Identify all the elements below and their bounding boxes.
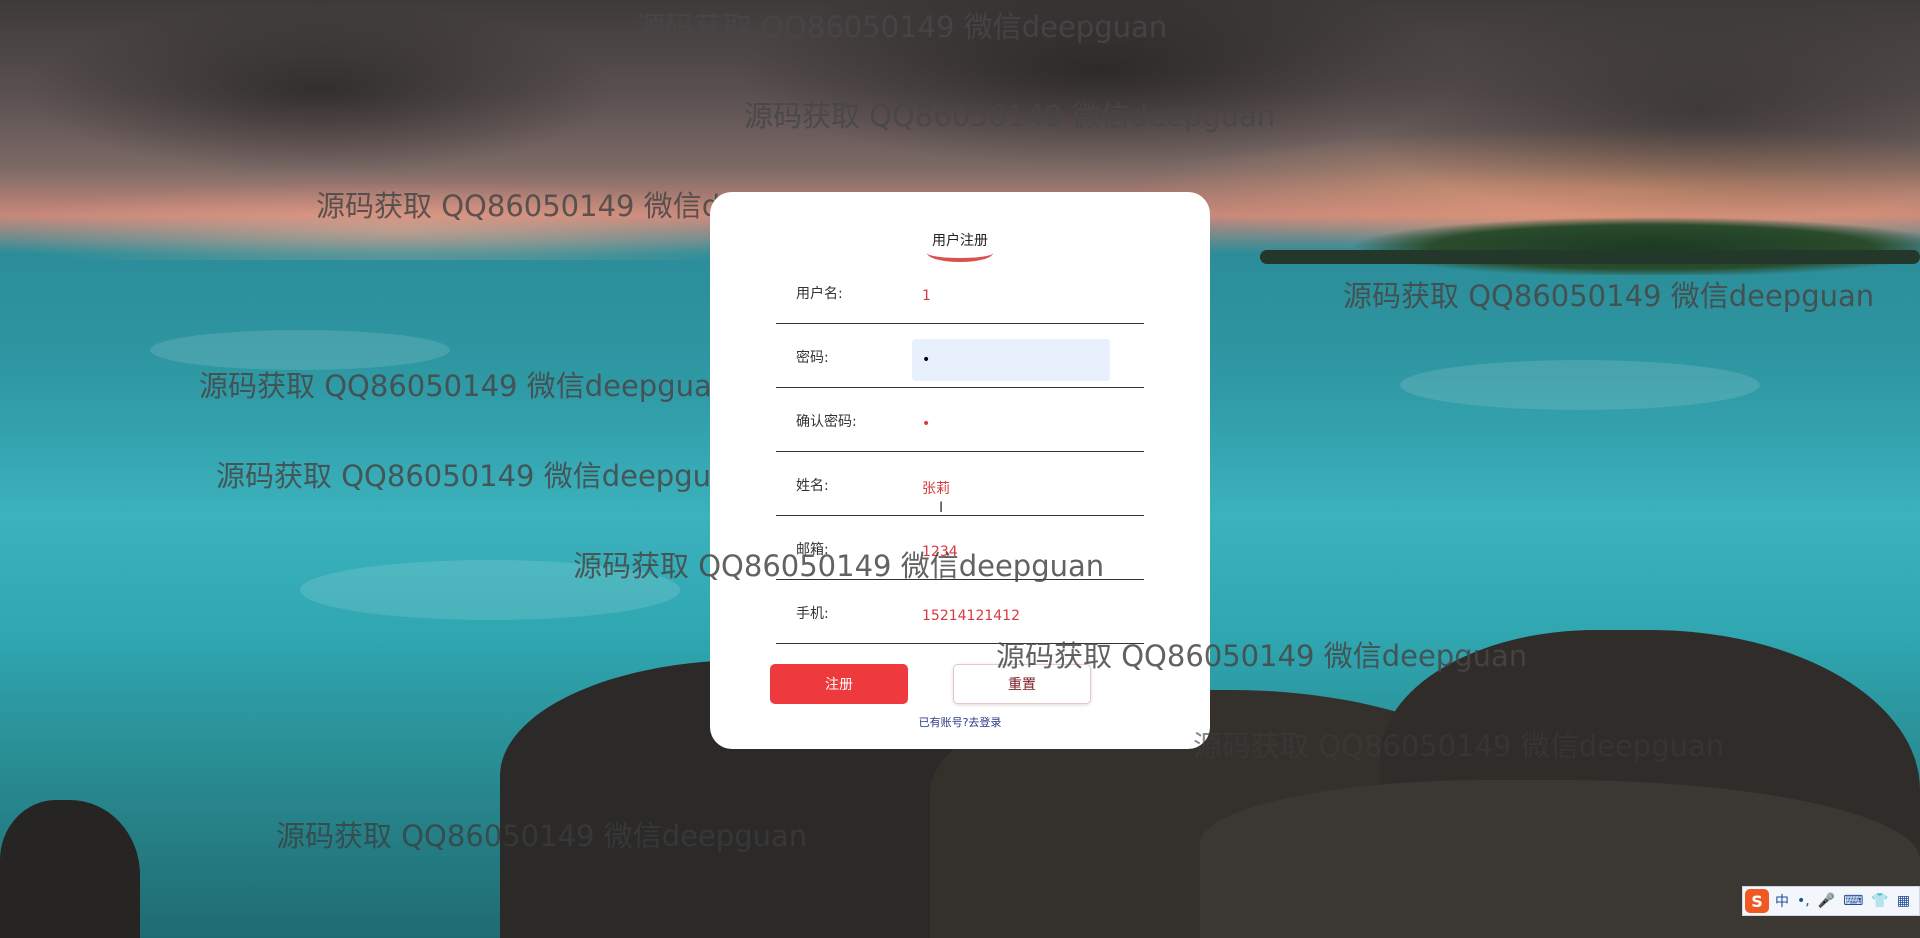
password-row: 密码: [776,327,1144,388]
password-input[interactable] [912,339,1110,381]
watermark-text: 源码获取 QQ86050149 微信deepguan [1193,729,1725,763]
ime-toolbar[interactable]: S 中 •, 🎤 ⌨ 👕 ▦ [1742,886,1920,916]
keyboard-icon[interactable]: ⌨ [1843,893,1863,909]
toolbox-icon[interactable]: ▦ [1897,893,1910,909]
username-label: 用户名: [796,286,843,302]
sea-glint [1400,360,1760,410]
ime-chinese-mode[interactable]: 中 [1775,891,1789,911]
phone-input[interactable] [912,595,1110,637]
watermark-text: 源码获取 QQ86050149 微信deepguan [996,639,1528,673]
skin-icon[interactable]: 👕 [1871,893,1888,909]
register-button[interactable]: 注册 [770,664,908,704]
confirm-password-label: 确认密码: [796,414,857,430]
username-input[interactable] [912,275,1110,317]
distant-island [1250,205,1920,275]
microphone-icon[interactable]: 🎤 [1818,893,1835,909]
watermark-text: 源码获取 QQ86050149 微信deepguan [744,99,1276,133]
watermark-text: 源码获取 QQ86050149 微信deepguan [276,819,808,853]
title-underline-decoration [927,244,993,262]
watermark-text: 源码获取 QQ86050149 微信deepguan [216,459,748,493]
confirm-password-input[interactable] [912,403,1110,445]
text-cursor-icon: I [939,500,944,516]
username-row: 用户名: [776,263,1144,324]
watermark-text: 源码获取 QQ86050149 微信deepguan [636,10,1168,44]
watermark-text: 源码获取 QQ86050149 微信deepguan [199,369,731,403]
background-scene: 源码获取 QQ86050149 微信deepguan 源码获取 QQ860501… [0,0,1920,938]
island-shoreline [1260,250,1920,264]
confirm-password-row: 确认密码: [776,391,1144,452]
watermark-text: 源码获取 QQ86050149 微信deepguan [573,549,1105,583]
password-label: 密码: [796,350,829,366]
sogou-logo-icon[interactable]: S [1745,889,1769,913]
ime-punctuation-icon[interactable]: •, [1797,893,1810,909]
name-label: 姓名: [796,478,829,494]
phone-label: 手机: [796,606,829,622]
watermark-text: 源码获取 QQ86050149 微信deepguan [1343,279,1875,313]
login-link[interactable]: 已有账号?去登录 [710,714,1210,730]
name-row: 姓名: [776,455,1144,516]
